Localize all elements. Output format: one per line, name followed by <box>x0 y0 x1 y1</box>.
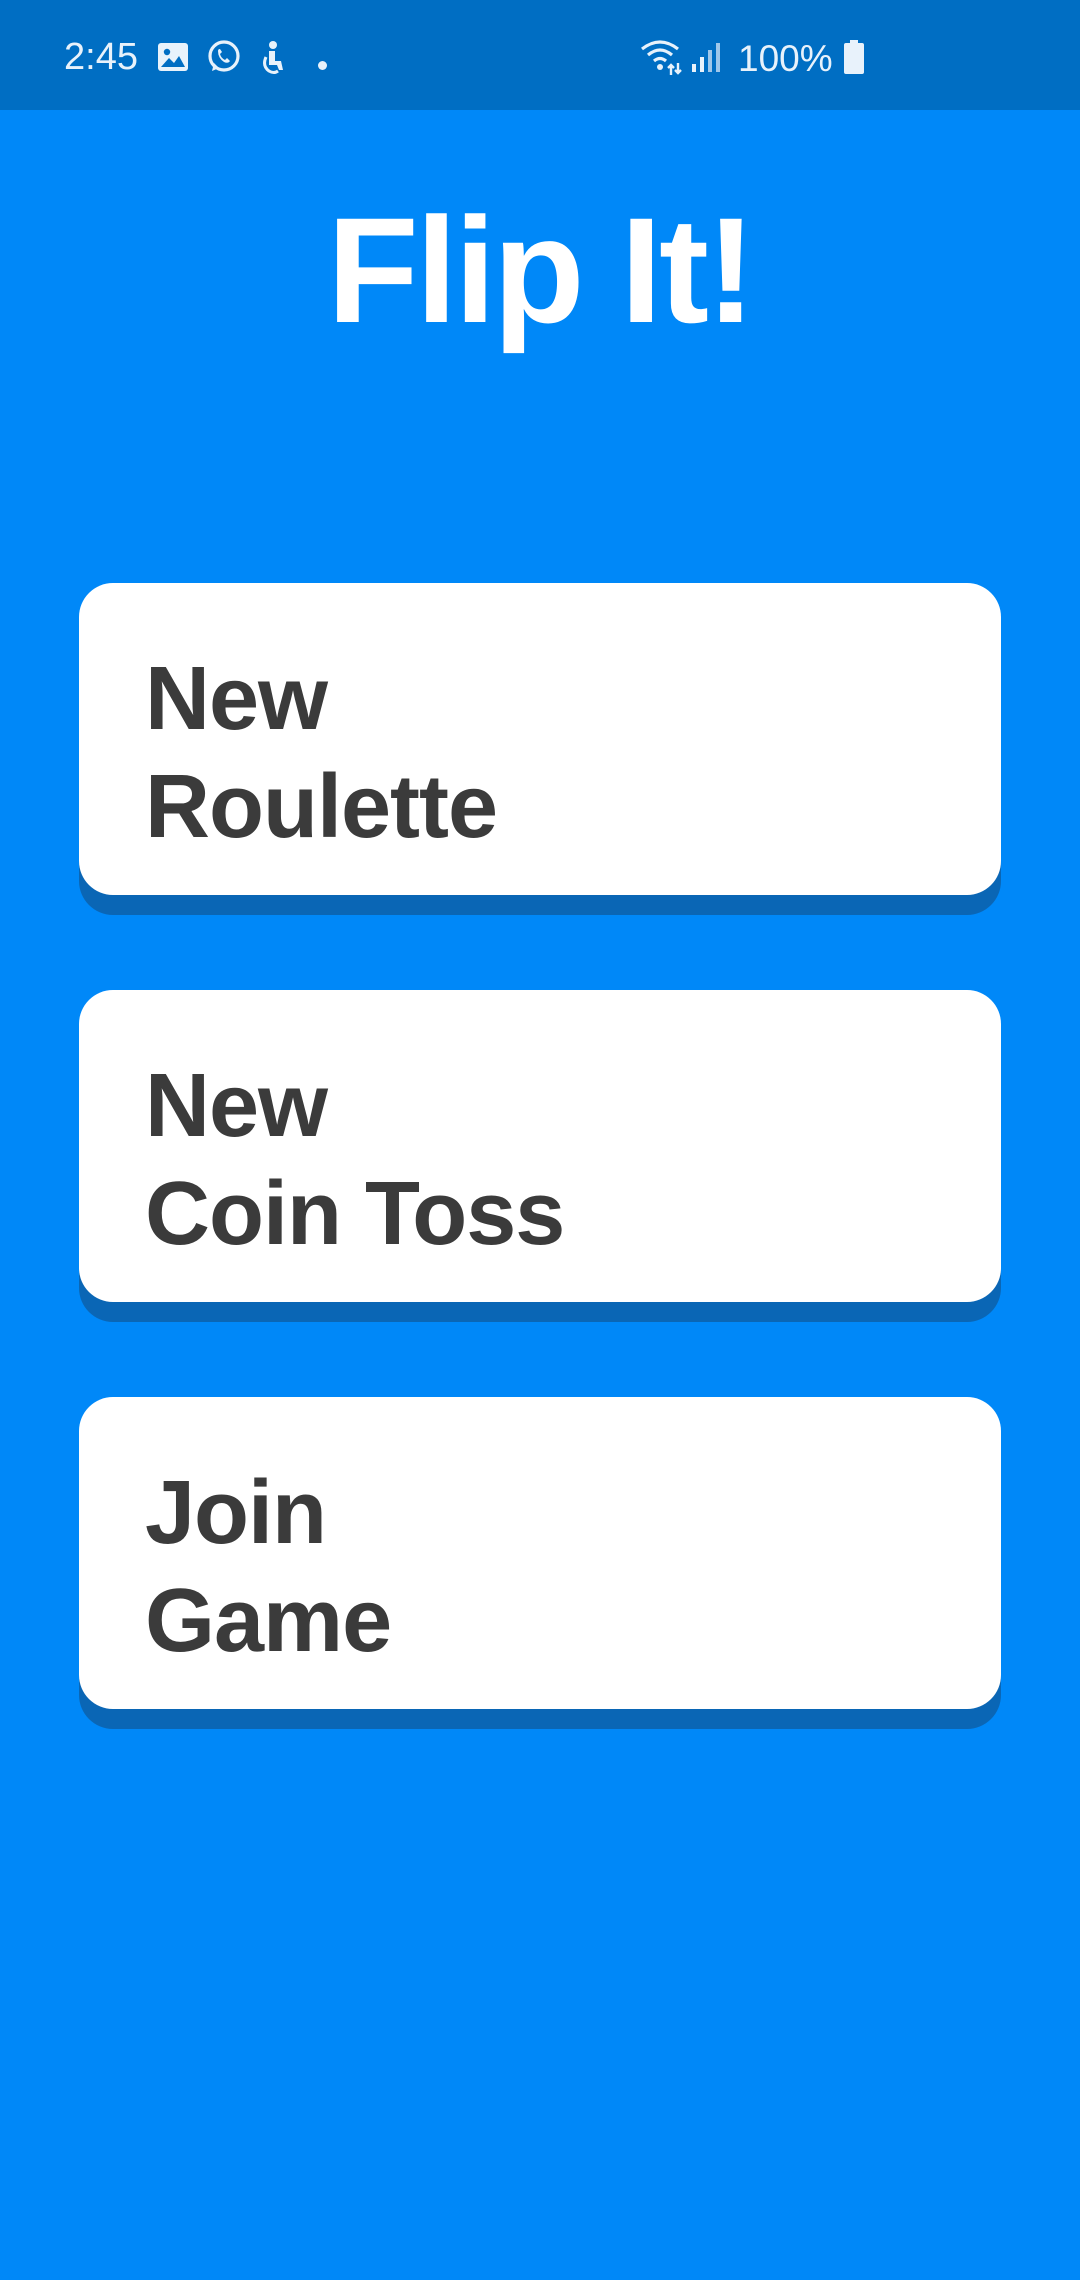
status-bar: 2:45 100% <box>0 0 1080 110</box>
app-title: Flip It! <box>327 186 756 354</box>
new-coin-toss-label-line1: New <box>145 1056 328 1156</box>
status-time: 2:45 <box>64 36 138 78</box>
notification-dot <box>318 61 327 70</box>
join-game-label-line2: Game <box>145 1571 392 1671</box>
battery-percent: 100% <box>738 38 833 79</box>
join-game-button[interactable]: Join Game <box>79 1397 1001 1709</box>
join-game-label-line1: Join <box>145 1463 327 1563</box>
new-roulette-button[interactable]: New Roulette <box>79 583 1001 895</box>
new-coin-toss-label-line2: Coin Toss <box>145 1164 565 1264</box>
battery-icon <box>842 32 866 82</box>
new-roulette-label-line2: Roulette <box>145 757 498 857</box>
wifi-icon <box>640 32 684 82</box>
gallery-icon <box>156 32 190 82</box>
whatsapp-icon <box>205 32 243 82</box>
signal-icon <box>690 32 722 82</box>
new-roulette-label-line1: New <box>145 649 328 749</box>
new-coin-toss-button[interactable]: New Coin Toss <box>79 990 1001 1302</box>
accessibility-icon <box>257 32 289 82</box>
